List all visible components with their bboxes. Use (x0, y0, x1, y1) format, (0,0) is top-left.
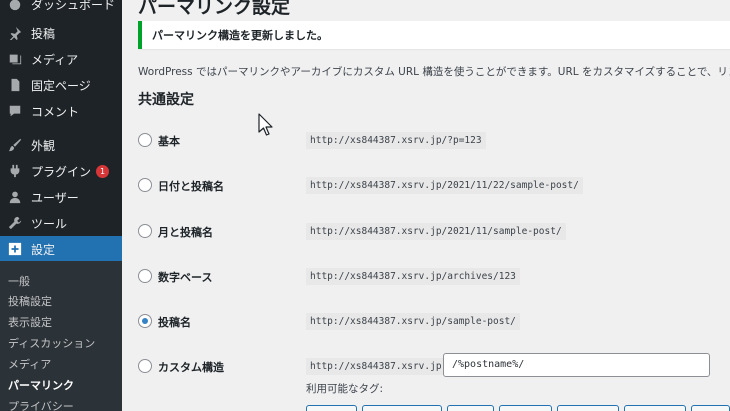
sidebar-item-label: 投稿 (31, 26, 56, 41)
media-icon (8, 52, 22, 66)
available-tags-label: 利用可能なタグ: (306, 383, 384, 395)
mouse-cursor-icon (258, 113, 273, 136)
example-url: http://xs844387.xsrv.jp/archives/123 (306, 268, 520, 285)
custom-structure-input[interactable]: /%postname%/ (443, 353, 710, 377)
sidebar-item-media[interactable]: メディア (0, 46, 122, 72)
intro-text: WordPress ではパーマリンクやアーカイブにカスタム URL 構造を使うこ… (138, 66, 730, 78)
success-notice: パーマリンク構造を更新しました。 (138, 21, 730, 49)
settings-icon (8, 242, 22, 256)
submenu-item-writing[interactable]: 投稿設定 (8, 293, 52, 309)
option-label[interactable]: 投稿名 (158, 314, 191, 330)
sidebar-item-label: プラグイン (31, 164, 92, 179)
sidebar-item-plugins[interactable]: プラグイン 1 (0, 158, 122, 184)
radio-post-name[interactable] (138, 314, 152, 328)
radio-month-name[interactable] (138, 224, 152, 238)
submenu-item-discussion[interactable]: ディスカッション (8, 335, 95, 351)
submenu-item-general[interactable]: 一般 (8, 273, 30, 289)
tag-button[interactable] (499, 405, 552, 411)
wrench-icon (8, 216, 22, 230)
sidebar-item-label: 設定 (31, 242, 56, 257)
option-label[interactable]: 基本 (158, 133, 180, 149)
sidebar-item-tools[interactable]: ツール (0, 210, 122, 236)
example-url: http://xs844387.xsrv.jp (306, 358, 446, 375)
submenu-item-reading[interactable]: 表示設定 (8, 314, 52, 330)
sidebar-item-settings[interactable]: 設定 (0, 236, 122, 262)
submenu-item-privacy[interactable]: プライバシー (8, 398, 74, 411)
permalink-option-month-name: 月と投稿名 http://xs844387.xsrv.jp/2021/11/sa… (138, 222, 730, 242)
settings-submenu: 一般 投稿設定 表示設定 ディスカッション メディア パーマリンク プライバシー (0, 261, 122, 411)
example-url: http://xs844387.xsrv.jp/?p=123 (306, 132, 486, 149)
example-url: http://xs844387.xsrv.jp/2021/11/22/sampl… (306, 177, 583, 194)
admin-sidebar: ダッシュボード 投稿 メディア 固定ページ コメント 外観 プラグイン 1 ユー… (0, 0, 122, 411)
sidebar-item-comments[interactable]: コメント (0, 98, 122, 124)
sidebar-item-users[interactable]: ユーザー (0, 184, 122, 210)
sidebar-item-pages[interactable]: 固定ページ (0, 72, 122, 98)
radio-custom[interactable] (138, 359, 152, 373)
example-url: http://xs844387.xsrv.jp/2021/11/sample-p… (306, 223, 566, 240)
sidebar-item-label: ダッシュボード (31, 0, 116, 12)
option-label[interactable]: カスタム構造 (158, 359, 224, 375)
tag-button[interactable] (306, 405, 357, 411)
tag-button[interactable] (447, 405, 494, 411)
sidebar-item-label: ユーザー (31, 190, 79, 205)
radio-numeric[interactable] (138, 269, 152, 283)
tag-button[interactable] (624, 405, 686, 411)
permalink-option-day-name: 日付と投稿名 http://xs844387.xsrv.jp/2021/11/2… (138, 176, 730, 196)
sidebar-item-dashboard[interactable]: ダッシュボード (0, 0, 122, 17)
permalink-option-numeric: 数字ベース http://xs844387.xsrv.jp/archives/1… (138, 267, 730, 287)
example-url: http://xs844387.xsrv.jp/sample-post/ (306, 313, 520, 330)
sidebar-item-label: 外観 (31, 138, 56, 153)
comment-icon (8, 104, 22, 118)
submenu-item-media[interactable]: メディア (8, 356, 51, 372)
radio-plain[interactable] (138, 133, 152, 147)
sidebar-item-label: メディア (31, 52, 79, 67)
sidebar-item-label: ツール (31, 216, 68, 231)
radio-day-name[interactable] (138, 178, 152, 192)
page-title: パーマリンク設定 (138, 0, 291, 18)
section-title: 共通設定 (138, 92, 194, 108)
plugin-icon (8, 164, 22, 178)
option-label[interactable]: 日付と投稿名 (158, 178, 224, 194)
dashboard-icon (8, 0, 22, 11)
update-count-badge: 1 (96, 164, 110, 178)
tag-button[interactable] (362, 405, 442, 411)
sidebar-item-label: コメント (31, 104, 80, 119)
page-icon (8, 78, 22, 92)
pin-icon (8, 26, 22, 40)
permalink-option-post-name: 投稿名 http://xs844387.xsrv.jp/sample-post/ (138, 312, 730, 332)
tag-button[interactable] (557, 405, 619, 411)
submenu-item-permalinks[interactable]: パーマリンク (8, 377, 74, 393)
option-label[interactable]: 月と投稿名 (158, 224, 213, 240)
notice-text: パーマリンク構造を更新しました。 (152, 29, 328, 42)
brush-icon (8, 138, 22, 152)
tag-button[interactable] (691, 405, 730, 411)
user-icon (8, 190, 22, 204)
main-content: パーマリンク設定 パーマリンク構造を更新しました。 WordPress ではパー… (122, 0, 730, 411)
sidebar-item-posts[interactable]: 投稿 (0, 20, 122, 46)
sidebar-item-appearance[interactable]: 外観 (0, 132, 122, 158)
sidebar-item-label: 固定ページ (31, 78, 91, 93)
option-label[interactable]: 数字ベース (158, 269, 212, 285)
permalink-option-plain: 基本 http://xs844387.xsrv.jp/?p=123 (138, 131, 730, 151)
